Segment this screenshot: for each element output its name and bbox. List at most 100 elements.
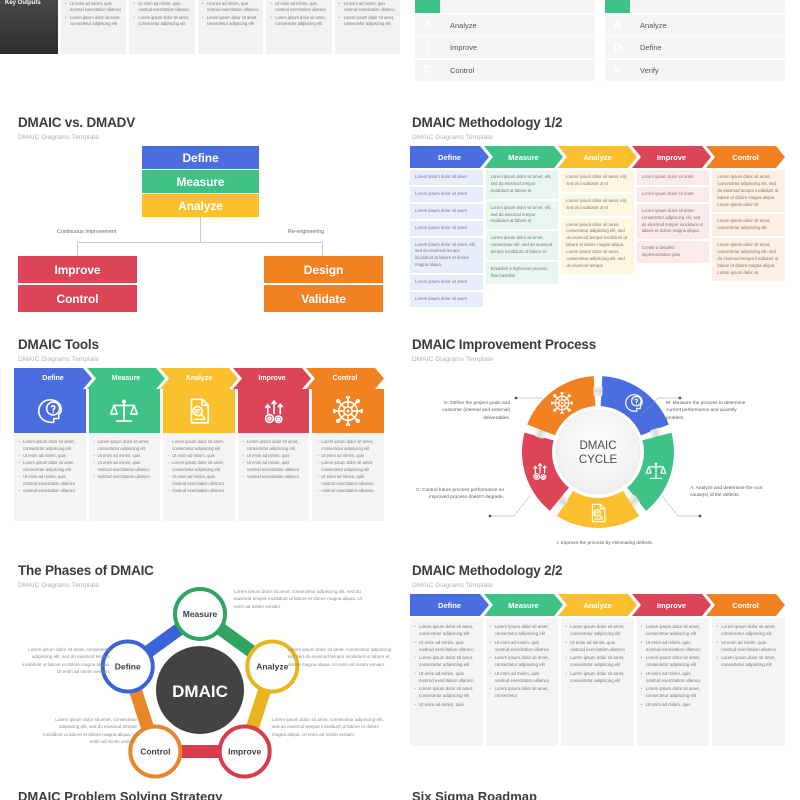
key-outputs-table: Ut enim ad minim, quis nostrud exercitat… <box>0 0 400 85</box>
bullet: Ut enim ad minim, quis nostrud exercitat… <box>316 474 379 487</box>
wheel-center-line2: CYCLE <box>579 454 618 466</box>
slide-key-outputs-table: Ut enim ad minim, quis nostrud exercitat… <box>0 0 400 98</box>
list-item[interactable]: I Improve <box>415 37 595 58</box>
letter-badge: A <box>423 19 432 31</box>
document-search-icon <box>591 503 606 523</box>
list-item-label: Analyze <box>640 20 667 30</box>
phase-header-measure[interactable]: Measure <box>87 368 165 389</box>
bullet: Ut enim ad minim, quis <box>414 701 478 709</box>
bullet: Ut enim ad minim, quis nostrud exercitat… <box>93 460 156 473</box>
vs-bar-improve[interactable]: Improve <box>18 256 137 283</box>
phase-note-improve: Lorem ipsum dolor sit amet, consectetur … <box>272 717 384 737</box>
growth-gears-icon <box>264 400 283 424</box>
vs-bar-control[interactable]: Control <box>18 285 137 312</box>
tool-bullets: Lorem ipsum dolor sit amet, consectetur … <box>14 433 86 521</box>
bullet: Lorem ipsum dolor sit amet, consectetur … <box>167 439 230 452</box>
page-title: DMAIC Improvement Process <box>412 337 597 352</box>
bullet: Lorem ipsum dolor sit amet, consectetur … <box>339 15 395 28</box>
phase-header-analyze[interactable]: Analyze <box>558 146 637 168</box>
phase-cell: Lorem ipsum dolor sit amet, consectetur … <box>636 203 710 240</box>
letter-badge: D <box>613 41 622 54</box>
phase-columns: Lorem ipsum dolor sit amet, consectetur … <box>410 618 785 746</box>
phase-cell: Lorem ipsum dolor sit amet, elit, sed do… <box>561 193 634 216</box>
connector-right-drop <box>322 242 323 256</box>
head-question-icon <box>624 393 643 412</box>
bullet: nostrud exercitation ullamco <box>167 488 230 495</box>
table-cell: Ut enim ad minim, quis nostrud exercitat… <box>266 0 332 54</box>
phase-cell: Lorem ipsum dolor sit amet, elit, sed do… <box>410 237 483 273</box>
table-cell: Ut enim ad minim, quis nostrud exercitat… <box>197 0 264 54</box>
leader-dot <box>514 396 518 400</box>
bullet: Ut enim ad minim, quis nostrud exercitat… <box>716 639 780 654</box>
phase-header-control[interactable]: Control <box>706 594 785 616</box>
phase-header-strip: Define Measure Analyze Improve Control <box>410 146 785 168</box>
phase-header-define[interactable]: Define <box>14 368 92 389</box>
phase-header-measure[interactable]: Measure <box>484 594 563 616</box>
head-question-icon <box>37 398 62 424</box>
leader-dot <box>698 514 702 518</box>
phase-cell: Lorem ipsum dolor sit amet, consectetur … <box>712 214 785 237</box>
list-item-label: Verify <box>640 65 659 75</box>
phase-header-define[interactable]: Define <box>410 146 489 168</box>
bullet: Lorem ipsum dolor sit amet, consectetur … <box>565 654 629 669</box>
bullet: Ut enim ad minim, quis nostrud exercitat… <box>339 1 395 14</box>
slide-dmaic-tools: DMAIC Tools DMAIC Diagrams Template Defi… <box>0 330 400 555</box>
phase-header-improve[interactable]: Improve <box>233 368 311 389</box>
phase-header-control[interactable]: Control <box>306 368 384 389</box>
phase-column-measure: Lorem ipsum dolor sit amet, consectetur … <box>485 618 559 746</box>
letter-badge <box>415 0 440 13</box>
tool-columns: Lorem ipsum dolor sit amet, consectetur … <box>14 389 384 521</box>
vs-bar-analyze[interactable]: Analyze <box>142 194 259 217</box>
list-item[interactable]: C Control <box>415 59 595 81</box>
phase-columns: Lorem ipsum dolor sit amet Lorem ipsum do… <box>410 170 785 309</box>
phase-header-define[interactable]: Define <box>410 594 489 616</box>
list-item[interactable]: A Analyze <box>605 14 785 36</box>
bullet: Lorem ipsum dolor sit amet, consectetur … <box>202 15 258 28</box>
list-item[interactable]: D Define <box>605 37 785 58</box>
row-label-key-outputs: Key Outputs <box>0 0 58 54</box>
phase-header-improve[interactable]: Improve <box>632 146 711 168</box>
bullet: nostrud exercitation ullamco <box>242 474 305 481</box>
page-title: DMAIC vs. DMADV <box>18 115 136 130</box>
bullet: Ut enim ad minim, quis nostrud exercitat… <box>414 639 478 654</box>
phase-header-strip: Define Measure Analyze Improve Control <box>410 594 785 616</box>
vs-bar-design[interactable]: Design <box>264 256 383 283</box>
tool-icon-wrap <box>163 389 235 433</box>
phase-header-improve[interactable]: Improve <box>632 594 711 616</box>
bullet: Lorem ipsum dolor sit amet, consectetur … <box>490 654 554 669</box>
callout-improve: I: Improve the process by eliminating de… <box>556 541 654 546</box>
leader-dot <box>678 396 682 400</box>
phase-cell: Lorem ipsum dolor sit amet, consectetur … <box>561 217 634 274</box>
slide-gallery-page: Ut enim ad minim, quis nostrud exercitat… <box>0 0 800 800</box>
phase-header-analyze[interactable]: Analyze <box>558 594 637 616</box>
phase-header-control[interactable]: Control <box>706 146 785 168</box>
bullet: Ut enim ad minim, quis nostrud exercitat… <box>167 474 230 487</box>
phase-header-analyze[interactable]: Analyze <box>160 368 238 389</box>
wheel-icon-improve <box>533 462 547 480</box>
table-cell: Ut enim ad minim, quis nostrud exercitat… <box>129 0 195 54</box>
bottom-right-title: Six Sigma Roadmap <box>412 789 537 800</box>
table-cell: Ut enim ad minim, quis nostrud exercitat… <box>61 0 127 54</box>
bullet: Lorem ipsum dolor sit amet, consectetur … <box>316 460 379 473</box>
wheel-center-line1: DMAIC <box>579 440 616 452</box>
phase-cell: Lorem ipsum dolor sit amet, consectetur … <box>485 231 559 260</box>
vs-bar-measure[interactable]: Measure <box>142 170 259 193</box>
scales-icon <box>110 399 139 422</box>
bullet: Ut enim ad minim, quis nostrud exercitat… <box>490 670 554 685</box>
list-item[interactable]: A Analyze <box>415 14 595 36</box>
wheel-icon-measure <box>645 462 667 479</box>
vs-bar-validate[interactable]: Validate <box>264 285 383 312</box>
tool-column-define: Lorem ipsum dolor sit amet, consectetur … <box>14 389 86 521</box>
list-item[interactable]: V Verify <box>605 59 785 81</box>
list-item[interactable] <box>415 0 595 13</box>
phase-header-measure[interactable]: Measure <box>484 146 563 168</box>
list-item[interactable] <box>605 0 785 13</box>
bullet: Lorem ipsum dolor sit amet, consectetur … <box>93 439 156 452</box>
phase-cell: Lorem ipsum dolor sit amet, elit, sed do… <box>485 200 559 230</box>
list-item-label <box>440 0 595 13</box>
tool-bullets: Lorem ipsum dolor sit amet, consectetur … <box>237 433 310 521</box>
phase-column-analyze: Lorem ipsum dolor sit amet, elit, sed do… <box>561 170 634 309</box>
dmaic-letter-list: A Analyze I Improve C Control <box>415 0 595 82</box>
vs-bar-define[interactable]: Define <box>142 146 259 169</box>
phase-cell: Lorem ipsum dolor sit amet <box>410 220 483 236</box>
